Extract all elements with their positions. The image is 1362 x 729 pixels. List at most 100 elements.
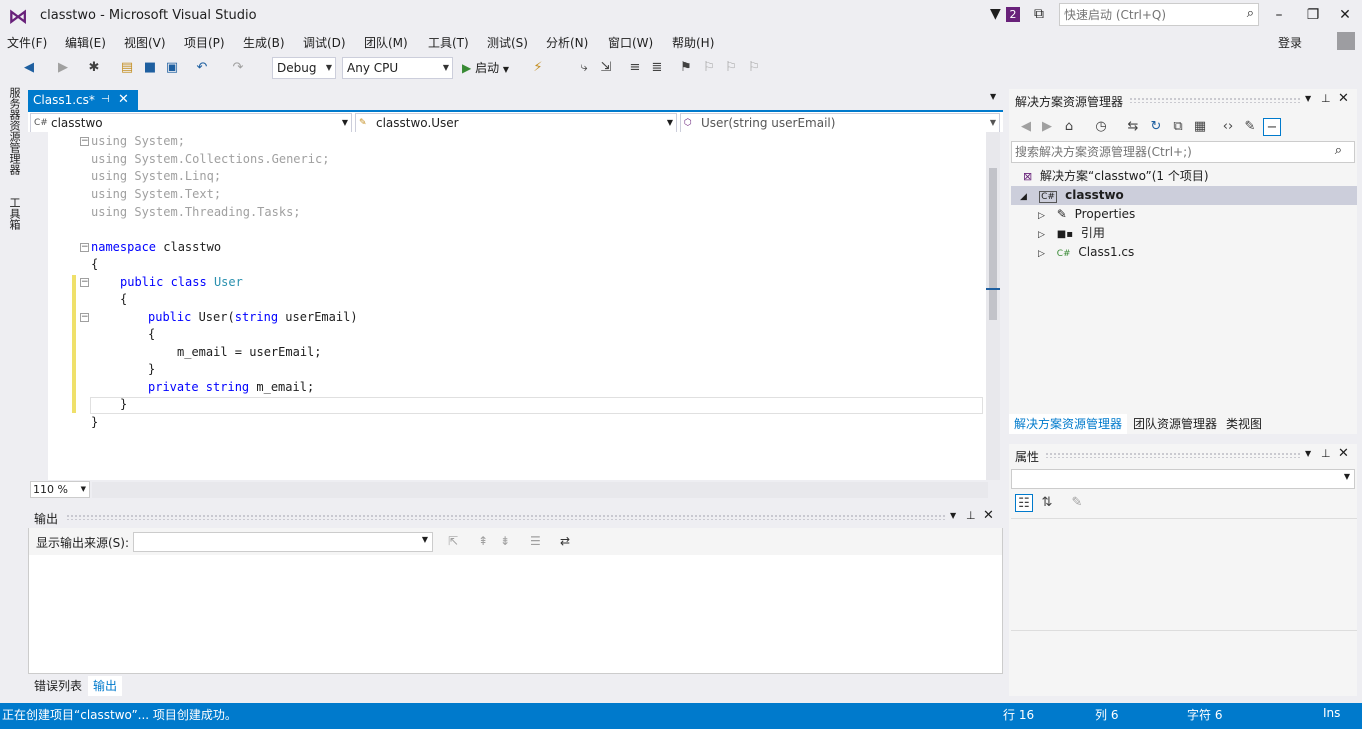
browser-link-icon[interactable]: ⚡ bbox=[529, 59, 547, 77]
tab-output[interactable]: 输出 bbox=[88, 676, 123, 696]
step-over-icon[interactable]: ⇲ bbox=[597, 59, 615, 77]
quick-launch-box[interactable]: ⌕ bbox=[1059, 3, 1259, 26]
output-source-select[interactable]: ▼ bbox=[133, 532, 433, 552]
comment-icon[interactable]: ≡ bbox=[626, 59, 644, 77]
avatar[interactable] bbox=[1337, 32, 1355, 50]
project-dropdown[interactable]: C# classtwo ▼ bbox=[30, 113, 352, 133]
step-icon[interactable]: ⤷ bbox=[575, 59, 593, 77]
forward-icon[interactable]: ▶ bbox=[54, 59, 72, 77]
start-debugging-button[interactable]: ▶ 启动 ▼ bbox=[462, 57, 509, 81]
filter-icon[interactable]: ▼ bbox=[990, 6, 1001, 22]
forward-icon[interactable]: ▶ bbox=[1038, 118, 1056, 136]
document-tab[interactable]: Class1.cs* ⊣ ✕ bbox=[28, 90, 138, 110]
undo-icon[interactable]: ↶ bbox=[193, 59, 211, 77]
clear-bookmarks-icon[interactable]: ⚐ bbox=[745, 59, 763, 77]
close-icon[interactable]: ✕ bbox=[1338, 91, 1349, 106]
tab-solution-explorer[interactable]: 解决方案资源管理器 bbox=[1009, 414, 1128, 434]
tree-item-solution[interactable]: ⊠ 解决方案“classtwo”(1 个项目) bbox=[1023, 167, 1209, 186]
uncomment-icon[interactable]: ≣ bbox=[648, 59, 666, 77]
menu-debug[interactable]: 调试(D) bbox=[303, 34, 346, 51]
view-code-icon[interactable]: ‹› bbox=[1219, 118, 1237, 136]
save-icon[interactable]: ■ bbox=[141, 59, 159, 77]
menu-edit[interactable]: 编辑(E) bbox=[65, 34, 106, 51]
maximize-button[interactable]: ❐ bbox=[1296, 4, 1330, 26]
collapse-namespace-icon[interactable]: − bbox=[80, 243, 89, 252]
expanded-triangle-icon[interactable]: ◢ bbox=[1020, 192, 1027, 202]
collapse-class-icon[interactable]: − bbox=[80, 278, 89, 287]
categorized-icon[interactable]: ☷ bbox=[1015, 494, 1033, 512]
output-text-area[interactable] bbox=[29, 555, 1002, 673]
menu-file[interactable]: 文件(F) bbox=[7, 34, 47, 51]
collapsed-triangle-icon[interactable]: ▷ bbox=[1038, 230, 1045, 240]
back-icon[interactable]: ◀ bbox=[20, 59, 38, 77]
preview-icon[interactable]: − bbox=[1263, 118, 1281, 136]
server-explorer-tab[interactable]: 服务器资源管理器 bbox=[6, 87, 22, 175]
menu-team[interactable]: 团队(M) bbox=[364, 34, 408, 51]
member-dropdown[interactable]: ⬡ User(string userEmail) ▼ bbox=[680, 113, 1000, 133]
save-all-icon[interactable]: ▣ bbox=[163, 59, 181, 77]
collapse-usings-icon[interactable]: − bbox=[80, 137, 89, 146]
back-icon[interactable]: ◀ bbox=[1017, 118, 1035, 136]
platform-select[interactable]: Any CPU ▼ bbox=[342, 57, 453, 79]
close-icon[interactable]: ✕ bbox=[1338, 446, 1349, 461]
pin-icon[interactable]: ⊥ bbox=[966, 509, 976, 522]
tree-item-references[interactable]: ▷ ■▪ 引用 bbox=[1038, 224, 1105, 243]
collapsed-triangle-icon[interactable]: ▷ bbox=[1038, 249, 1045, 259]
scrollbar-thumb[interactable] bbox=[989, 168, 997, 320]
notification-badge[interactable]: 2 bbox=[1006, 7, 1020, 22]
pin-icon[interactable]: ⊥ bbox=[1321, 447, 1331, 460]
word-wrap-icon[interactable]: ⇄ bbox=[560, 534, 570, 548]
collapse-all-icon[interactable]: ⧉ bbox=[1169, 118, 1187, 136]
close-icon[interactable]: ✕ bbox=[118, 90, 129, 110]
properties-object-select[interactable]: ▼ bbox=[1011, 469, 1355, 489]
prev-message-icon[interactable]: ⇞ bbox=[478, 534, 488, 548]
chevron-down-icon[interactable]: ▼ bbox=[1305, 449, 1311, 458]
alphabetical-icon[interactable]: ⇅ bbox=[1038, 494, 1056, 512]
collapse-method-icon[interactable]: − bbox=[80, 313, 89, 322]
menu-analyze[interactable]: 分析(N) bbox=[546, 34, 588, 51]
tab-team-explorer[interactable]: 团队资源管理器 bbox=[1128, 414, 1222, 434]
menu-tools[interactable]: 工具(T) bbox=[428, 34, 469, 51]
wrench-icon[interactable]: ✎ bbox=[1241, 118, 1259, 136]
tree-item-class1[interactable]: ▷ C# Class1.cs bbox=[1038, 243, 1134, 262]
redo-icon[interactable]: ↷ bbox=[229, 59, 247, 77]
chevron-down-icon[interactable]: ▼ bbox=[990, 92, 996, 101]
tab-error-list[interactable]: 错误列表 bbox=[29, 676, 87, 696]
pin-icon[interactable]: ⊥ bbox=[1321, 92, 1331, 105]
tree-item-project[interactable]: ◢ C# classtwo bbox=[1020, 186, 1124, 205]
type-dropdown[interactable]: ✎ classtwo.User ▼ bbox=[355, 113, 677, 133]
menu-build[interactable]: 生成(B) bbox=[243, 34, 285, 51]
new-project-icon[interactable]: ✱ bbox=[85, 59, 103, 77]
show-all-files-icon[interactable]: ▦ bbox=[1191, 118, 1209, 136]
go-to-location-icon[interactable]: ⇱ bbox=[448, 534, 458, 548]
quick-launch-input[interactable] bbox=[1060, 4, 1230, 25]
close-window-button[interactable]: ✕ bbox=[1328, 4, 1362, 26]
next-message-icon[interactable]: ⇟ bbox=[500, 534, 510, 548]
property-pages-icon[interactable]: ✎ bbox=[1068, 494, 1086, 512]
chevron-down-icon[interactable]: ▼ bbox=[1305, 94, 1311, 103]
refresh-icon[interactable]: ↻ bbox=[1147, 118, 1165, 136]
chevron-down-icon[interactable]: ▼ bbox=[950, 511, 956, 520]
feedback-icon[interactable]: ⧉ bbox=[1034, 6, 1044, 22]
prev-bookmark-icon[interactable]: ⚐ bbox=[700, 59, 718, 77]
close-icon[interactable]: ✕ bbox=[983, 508, 994, 523]
solution-config-select[interactable]: Debug ▼ bbox=[272, 57, 336, 79]
solution-explorer-search[interactable]: ⌕ bbox=[1011, 141, 1355, 163]
menu-view[interactable]: 视图(V) bbox=[124, 34, 166, 51]
zoom-select[interactable]: 110 % ▼ bbox=[30, 481, 90, 498]
toolbox-tab[interactable]: 工具箱 bbox=[6, 197, 22, 230]
sync-icon[interactable]: ⇆ bbox=[1124, 118, 1142, 136]
pending-changes-icon[interactable]: ◷ bbox=[1092, 118, 1110, 136]
minimize-button[interactable]: – bbox=[1262, 4, 1296, 26]
home-icon[interactable]: ⌂ bbox=[1060, 118, 1078, 136]
editor-vertical-scrollbar[interactable] bbox=[986, 132, 1000, 480]
solution-search-input[interactable] bbox=[1012, 142, 1312, 162]
menu-window[interactable]: 窗口(W) bbox=[608, 34, 653, 51]
clear-all-icon[interactable]: ☰ bbox=[530, 534, 541, 548]
menu-project[interactable]: 项目(P) bbox=[184, 34, 225, 51]
editor-horizontal-scrollbar[interactable] bbox=[92, 482, 988, 498]
open-file-icon[interactable]: ▤ bbox=[118, 59, 136, 77]
menu-test[interactable]: 测试(S) bbox=[487, 34, 528, 51]
pin-icon[interactable]: ⊣ bbox=[101, 90, 110, 110]
menu-help[interactable]: 帮助(H) bbox=[672, 34, 714, 51]
